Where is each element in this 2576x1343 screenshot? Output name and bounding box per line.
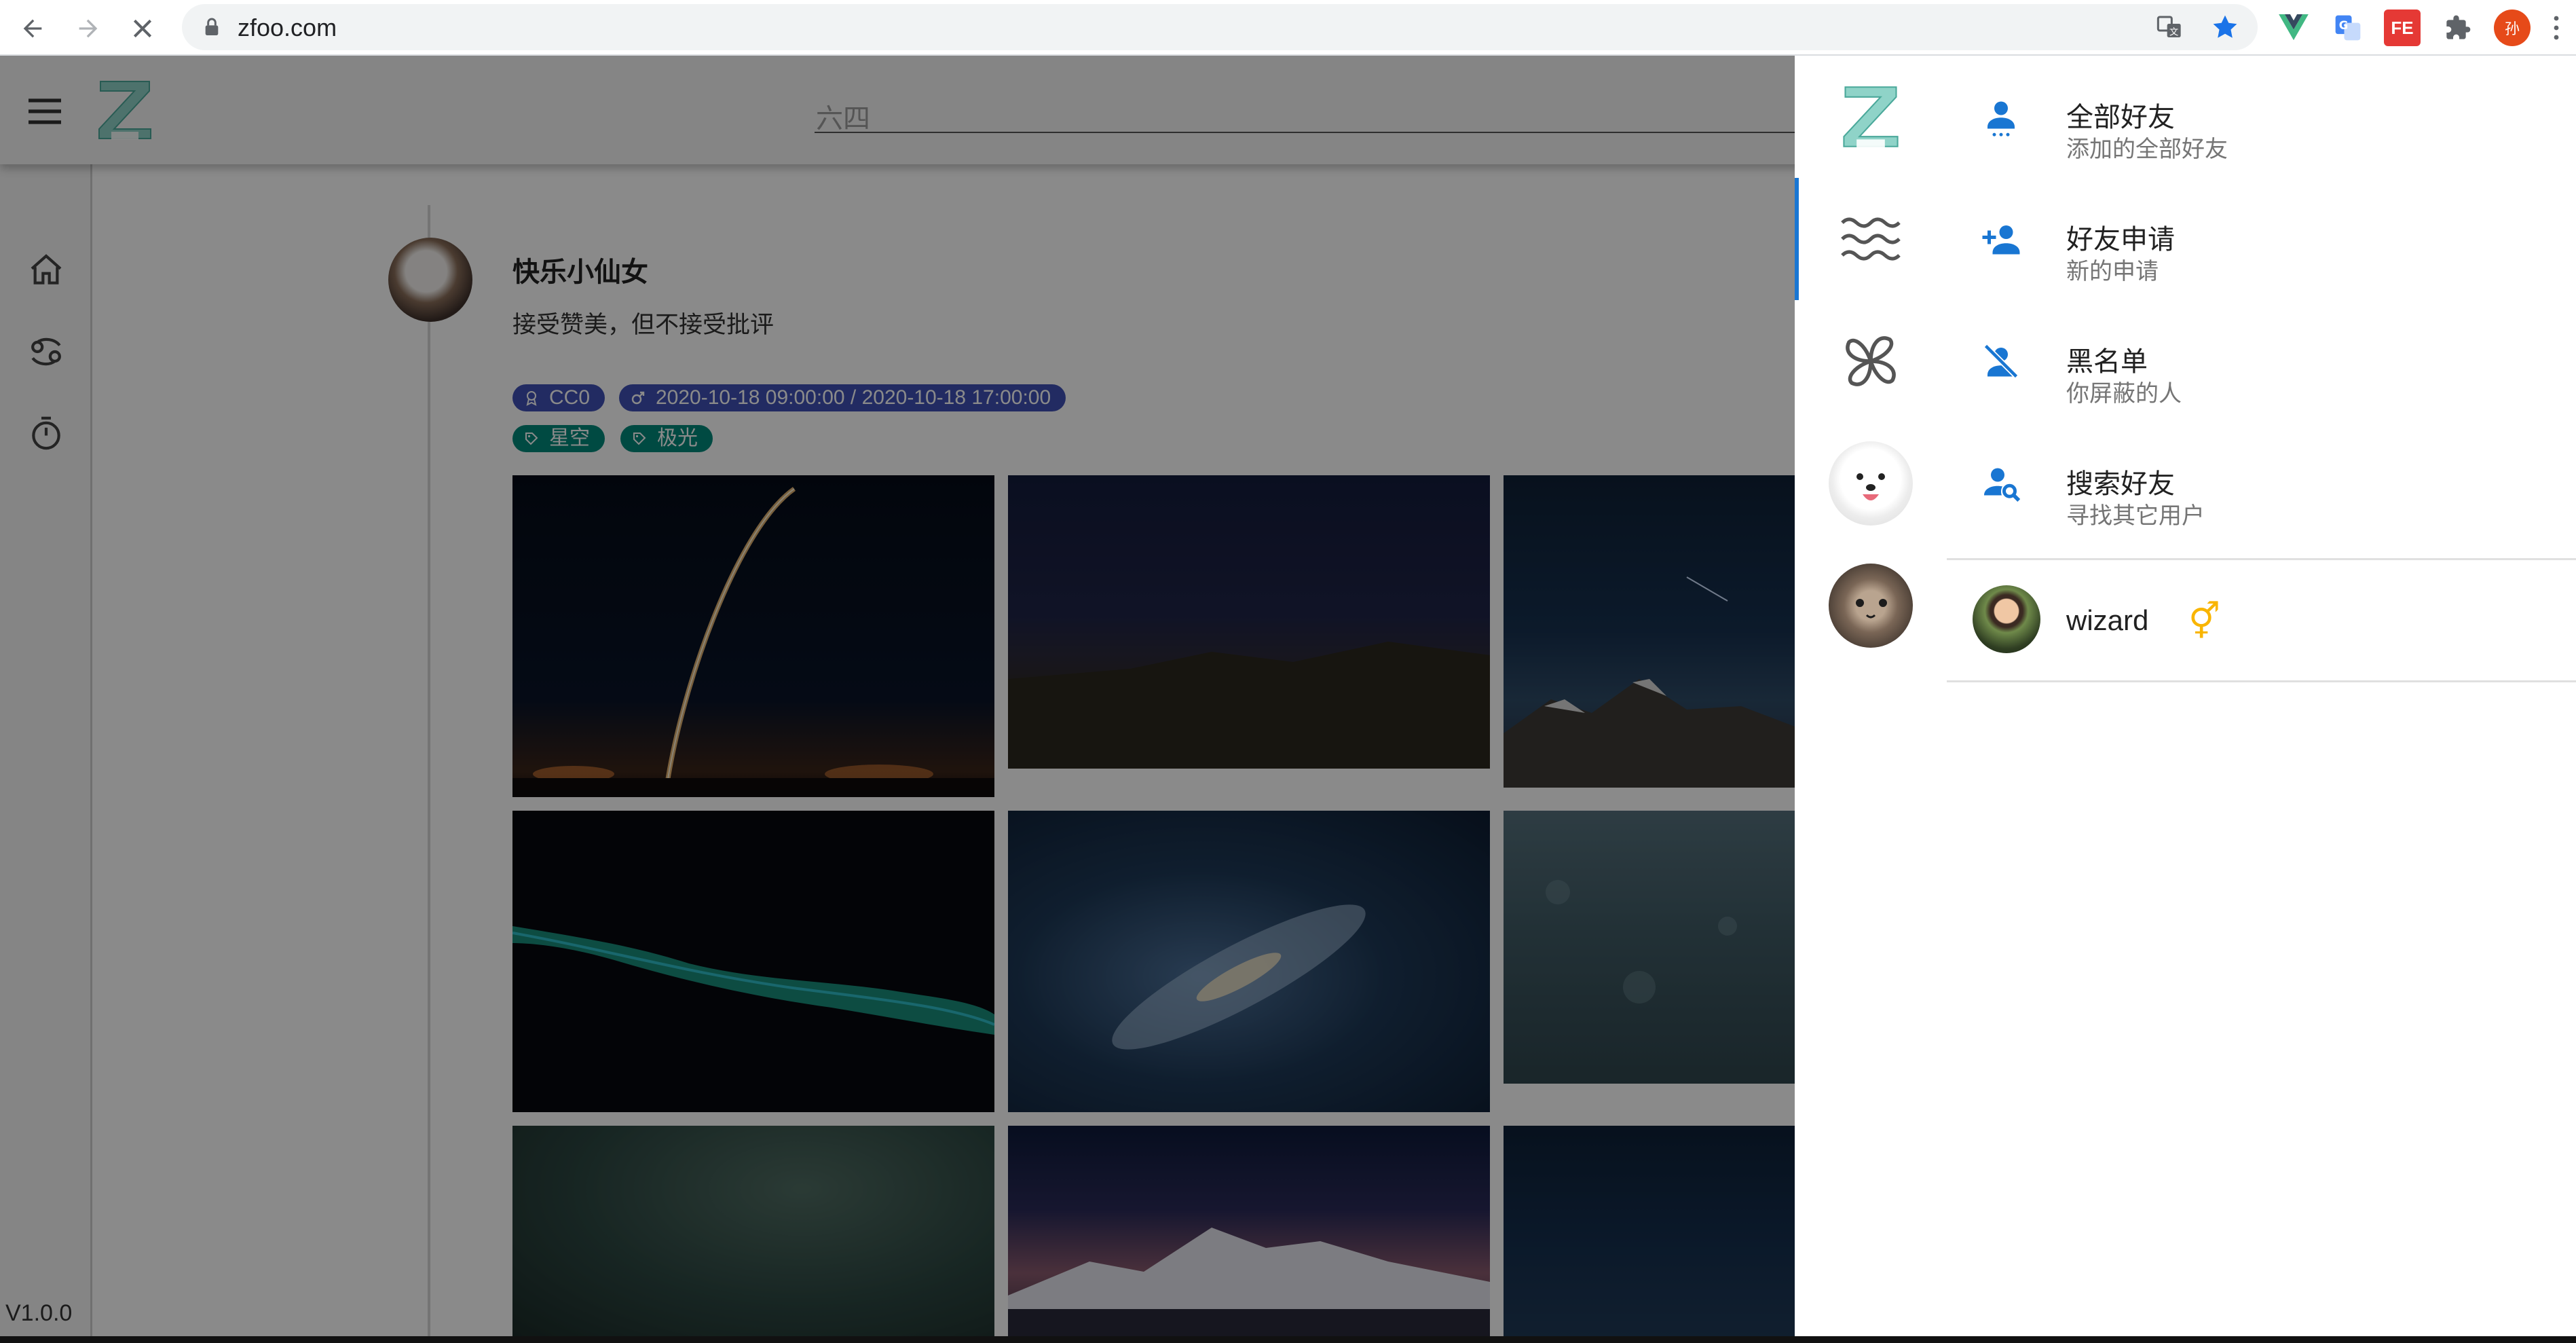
menu-subtitle: 添加的全部好友 [2066,136,2228,162]
menu-blacklist[interactable]: 黑名单 你屏蔽的人 [1947,300,2576,422]
vue-devtools-extension[interactable] [2275,10,2312,46]
menu-title: 黑名单 [2066,347,2148,377]
friends-drawer: 全部好友 添加的全部好友 好友申请 新的申请 黑名单 你屏蔽的人 搜索好友 寻找… [1795,56,2576,1336]
gender-icon: ⚥ [2188,602,2220,642]
zfoo-logo-icon [1843,86,1899,148]
account-search-icon [1974,456,2028,511]
menu-friend-requests[interactable]: 好友申请 新的申请 [1947,178,2576,300]
browser-toolbar: zfoo.com 文 G FE 孙 [0,0,2576,56]
rail-waves[interactable] [1795,178,1947,300]
menu-title: 好友申请 [2066,225,2175,255]
vue-logo-icon [2279,14,2309,41]
svg-text:G: G [2339,19,2349,32]
puzzle-icon [2446,15,2471,39]
samoyed-avatar [1829,441,1913,526]
pinwheel-icon [1846,336,1896,386]
cat-face-icon [1856,599,1887,619]
close-icon [133,19,152,38]
waves-icon [1841,217,1901,261]
address-bar[interactable]: zfoo.com 文 [182,4,2258,50]
rail-pinwheel[interactable] [1795,300,1947,422]
lock-icon [205,18,219,35]
arrow-left-icon [23,19,42,38]
browser-menu-button[interactable] [2554,15,2559,41]
dog-face-icon [1856,473,1885,500]
google-translate-extension[interactable]: G [2330,10,2366,46]
fe-helper-extension[interactable]: FE [2384,10,2421,46]
rail-friend-avatar[interactable] [1795,422,1947,545]
arrow-right-icon [79,19,98,38]
more-vertical-icon [2554,16,2559,40]
bookmark-star-icon[interactable] [2210,12,2240,42]
svg-text:文: 文 [2169,27,2178,38]
menu-subtitle: 新的申请 [2066,259,2159,284]
cat-avatar [1829,564,1913,648]
rail-active-indicator [1795,178,1799,300]
menu-title: 搜索好友 [2066,469,2175,499]
window-bottom-edge [0,1336,2576,1343]
stop-loading-button[interactable] [122,8,163,49]
rail-friend-avatar[interactable] [1795,545,1947,667]
friend-name: wizard [2066,604,2149,636]
extensions-button[interactable] [2440,10,2476,46]
menu-title: 全部好友 [2066,103,2175,132]
back-button[interactable] [12,8,53,49]
menu-search-friends[interactable]: 搜索好友 寻找其它用户 [1947,422,2576,545]
friend-avatar [1973,585,2040,653]
translate-icon[interactable]: 文 [2156,14,2183,41]
menu-subtitle: 你屏蔽的人 [2066,381,2182,407]
drawer-rail [1795,56,1947,1336]
google-translate-icon: G [2335,15,2361,41]
account-plus-icon [1974,212,2028,266]
account-off-icon [1974,334,2028,388]
forward-button[interactable] [68,8,109,49]
divider [1947,680,2576,682]
friend-list-item[interactable]: wizard ⚥ [1947,558,2576,680]
drawer-logo[interactable] [1795,56,1947,178]
url-text: zfoo.com [238,14,337,41]
profile-avatar[interactable]: 孙 [2494,10,2531,46]
menu-all-friends[interactable]: 全部好友 添加的全部好友 [1947,56,2576,178]
account-icon [1974,90,2028,144]
page-content: 六四 V1.0.0 快乐小仙女 接受赞美，但不接受批评 CC0 2020-10-… [0,56,2576,1336]
menu-subtitle: 寻找其它用户 [2066,503,2205,529]
